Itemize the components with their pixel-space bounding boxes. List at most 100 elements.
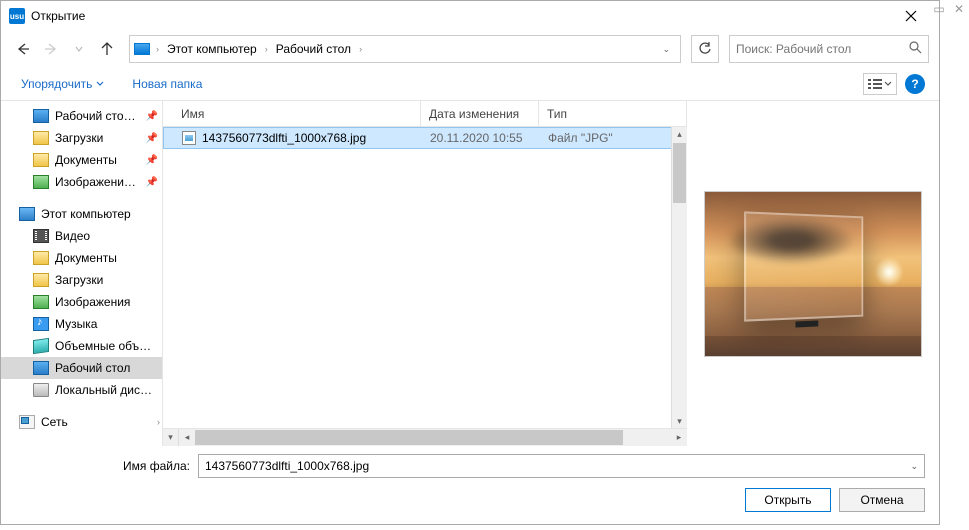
file-date: 20.11.2020 10:55 xyxy=(422,131,540,145)
tree-item[interactable]: Локальный дис… xyxy=(1,379,162,401)
tree-item[interactable]: Загрузки 📌 xyxy=(1,127,162,149)
tree-item[interactable]: Рабочий стол xyxy=(1,357,162,379)
filename-input[interactable] xyxy=(205,459,910,473)
pin-icon: 📌 xyxy=(146,133,158,144)
filename-label: Имя файла: xyxy=(123,459,190,473)
crumb-desktop[interactable]: Рабочий стол xyxy=(272,40,355,58)
tree-item[interactable]: Рабочий сто…📌 xyxy=(1,105,162,127)
chevron-right-icon: › xyxy=(357,44,364,54)
tree-item[interactable]: Изображения xyxy=(1,291,162,313)
chevron-right-icon: › xyxy=(263,44,270,54)
horizontal-scrollbar[interactable]: ◂ ▸ xyxy=(179,429,687,446)
tree-item-label: Загрузки xyxy=(55,273,103,287)
pin-icon: 📌 xyxy=(146,177,158,188)
col-name[interactable]: Имя xyxy=(163,101,421,126)
obj3d-icon xyxy=(33,338,49,354)
tree-item[interactable]: Изображени… 📌 xyxy=(1,171,162,193)
tree-item[interactable]: Объемные объ… xyxy=(1,335,162,357)
column-headers: Имя Дата изменения Тип xyxy=(163,101,687,127)
file-type: Файл "JPG" xyxy=(540,131,686,145)
tree-item-label: Изображени… xyxy=(55,175,136,189)
forward-button[interactable] xyxy=(39,37,63,61)
cancel-button[interactable]: Отмена xyxy=(839,488,925,512)
button-row: Открыть Отмена xyxy=(15,488,925,512)
scroll-down-arrow[interactable]: ▾ xyxy=(672,414,687,428)
preview-image xyxy=(704,191,922,357)
pc-icon xyxy=(134,43,150,55)
body-area: Рабочий сто…📌Загрузки📌Документы📌Изображе… xyxy=(1,101,939,446)
file-row[interactable]: 1437560773dlfti_1000x768.jpg 20.11.2020 1… xyxy=(163,127,687,149)
bottom-bar: Имя файла: ⌄ Открыть Отмена xyxy=(1,446,939,524)
tree-item-label: Рабочий стол xyxy=(55,361,130,375)
help-button[interactable]: ? xyxy=(905,74,925,94)
tree-item-label: Рабочий сто… xyxy=(55,109,136,123)
outer-close-icon[interactable]: ✕ xyxy=(951,2,967,16)
navbar: › Этот компьютер › Рабочий стол › ⌄ xyxy=(1,31,939,67)
chevron-down-icon xyxy=(96,80,104,88)
tree-item-label: Локальный дис… xyxy=(55,383,152,397)
toolbar: Упорядочить Новая папка ? xyxy=(1,67,939,101)
tree-item-label: Видео xyxy=(55,229,90,243)
tree-item[interactable]: Видео xyxy=(1,225,162,247)
view-button[interactable] xyxy=(863,73,897,95)
folder-tree[interactable]: Рабочий сто…📌Загрузки📌Документы📌Изображе… xyxy=(1,101,163,446)
scroll-up-arrow[interactable]: ▴ xyxy=(672,127,687,141)
hscroll-row: ▾ ◂ ▸ xyxy=(163,428,687,446)
recent-dropdown[interactable] xyxy=(67,37,91,61)
scroll-left-arrow[interactable]: ◂ xyxy=(179,429,195,446)
tree-item[interactable]: Документы 📌 xyxy=(1,149,162,171)
organize-button[interactable]: Упорядочить xyxy=(15,73,110,95)
tree-item-label: Сеть xyxy=(41,415,68,429)
pin-icon: 📌 xyxy=(146,155,158,166)
tree-item[interactable]: Загрузки xyxy=(1,269,162,291)
filename-row: Имя файла: ⌄ xyxy=(15,454,925,478)
refresh-icon xyxy=(698,42,712,56)
pc-icon xyxy=(19,207,35,221)
search-box[interactable] xyxy=(729,35,929,63)
crumb-dropdown[interactable]: ⌄ xyxy=(656,44,676,55)
arrow-left-icon xyxy=(16,42,30,56)
tree-item-label: Загрузки xyxy=(55,131,103,145)
hscroll-thumb[interactable] xyxy=(195,430,623,445)
outer-window-controls: ▭ ✕ xyxy=(931,2,967,16)
titlebar: usu Открытие xyxy=(1,1,939,31)
col-date[interactable]: Дата изменения xyxy=(421,101,539,126)
crumb-this-pc[interactable]: Этот компьютер xyxy=(163,40,261,58)
chevron-down-icon xyxy=(75,45,83,53)
close-button[interactable] xyxy=(891,2,931,30)
open-file-dialog: usu Открытие › Этот компьютер › Рабочий … xyxy=(0,0,940,525)
col-type[interactable]: Тип xyxy=(539,101,687,126)
outer-restore-icon[interactable]: ▭ xyxy=(931,2,947,16)
back-button[interactable] xyxy=(11,37,35,61)
file-list[interactable]: 1437560773dlfti_1000x768.jpg 20.11.2020 1… xyxy=(163,127,687,428)
tree-item-label: Документы xyxy=(55,153,117,167)
tree-item[interactable]: Музыка xyxy=(1,313,162,335)
tree-item[interactable]: Сеть › xyxy=(1,411,162,433)
scroll-thumb[interactable] xyxy=(673,143,686,203)
chevron-down-icon[interactable]: ⌄ xyxy=(910,461,918,472)
expand-icon[interactable]: › xyxy=(157,417,160,427)
scroll-right-arrow[interactable]: ▸ xyxy=(671,429,687,446)
new-folder-button[interactable]: Новая папка xyxy=(126,73,208,95)
window-title: Открытие xyxy=(31,9,891,23)
desktop-icon xyxy=(33,361,49,375)
open-button[interactable]: Открыть xyxy=(745,488,831,512)
up-button[interactable] xyxy=(95,37,119,61)
filename-combo[interactable]: ⌄ xyxy=(198,454,925,478)
image-icon xyxy=(33,175,49,189)
file-name: 1437560773dlfti_1000x768.jpg xyxy=(202,131,366,145)
organize-label: Упорядочить xyxy=(21,77,92,91)
tree-item-label: Объемные объ… xyxy=(55,339,151,353)
close-icon xyxy=(905,10,917,22)
net-icon xyxy=(19,415,35,429)
refresh-button[interactable] xyxy=(691,35,719,63)
file-name-cell: 1437560773dlfti_1000x768.jpg xyxy=(164,131,422,145)
tree-item[interactable]: Документы xyxy=(1,247,162,269)
tree-scroll-down[interactable]: ▾ xyxy=(163,429,179,446)
app-icon: usu xyxy=(9,8,25,24)
search-input[interactable] xyxy=(736,42,909,56)
breadcrumb[interactable]: › Этот компьютер › Рабочий стол › ⌄ xyxy=(129,35,681,63)
vertical-scrollbar[interactable]: ▴ ▾ xyxy=(671,127,687,428)
search-icon xyxy=(909,41,922,57)
tree-item[interactable]: Этот компьютер xyxy=(1,203,162,225)
